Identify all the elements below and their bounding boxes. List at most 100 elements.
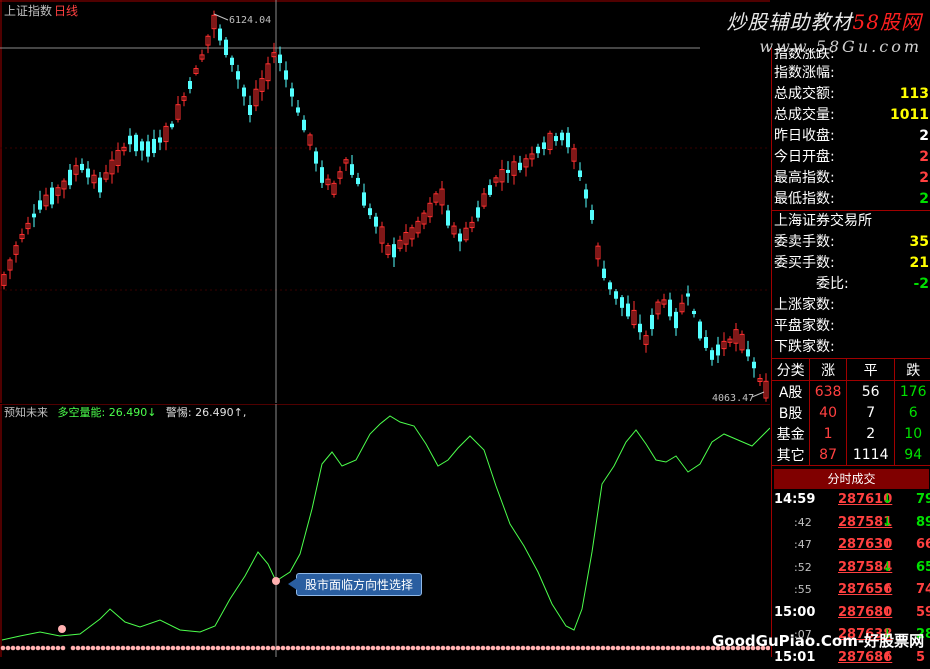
signal-dot (646, 646, 651, 651)
signal-dot (486, 646, 491, 651)
indicator-name[interactable]: 预知未来 (4, 406, 48, 419)
indicator-warn-label: 警惕: 26.490↑, (166, 406, 246, 419)
category-cell: 176 (895, 381, 930, 403)
category-cell: B股 (772, 402, 810, 423)
signal-dot (296, 646, 301, 651)
candle-body (218, 29, 222, 41)
signal-dot (71, 646, 76, 651)
signal-dot (276, 646, 281, 651)
signal-dot (41, 646, 46, 651)
signal-dot (406, 646, 411, 651)
category-row: 其它87111494 (772, 444, 930, 465)
candle-body (710, 350, 714, 360)
signal-dot (141, 646, 146, 651)
signal-dot (676, 646, 681, 651)
signal-dot (526, 646, 531, 651)
info-row: 下跌家数: (772, 337, 930, 358)
signal-dot (146, 646, 151, 651)
info-label: 今日开盘: (774, 149, 835, 165)
signal-dot (591, 646, 596, 651)
arrow-up-icon: ↑ (882, 602, 893, 625)
signal-dot (571, 646, 576, 651)
chart-borders (0, 0, 770, 403)
info-label: 最高指数: (774, 170, 835, 186)
info-row: 委比:-2 (772, 274, 930, 295)
signal-dot (601, 646, 606, 651)
candle-body (392, 244, 396, 257)
info-label: 平盘家数: (774, 318, 835, 334)
indicator-chart[interactable] (0, 404, 770, 657)
candle-body (668, 300, 672, 317)
signal-dot (236, 646, 241, 651)
watermark-prefix: 炒股辅助教材 (727, 10, 853, 34)
high-price-label: 6124.04 (229, 15, 271, 26)
tick-row[interactable]: :42287581↓89 (772, 512, 930, 535)
candle-body (578, 170, 582, 177)
category-header-cell: 跌 (895, 359, 930, 381)
tick-row[interactable]: :52287584↓65 (772, 557, 930, 580)
candle-body (302, 120, 306, 130)
signal-dot (506, 646, 511, 651)
signal-dot (281, 646, 286, 651)
info-value: 2 (919, 126, 929, 147)
candle-body (584, 189, 588, 198)
signal-dot (616, 646, 621, 651)
signal-dot (511, 646, 516, 651)
candle-body (98, 178, 102, 193)
tick-row[interactable]: :47287630↑66 (772, 534, 930, 557)
category-row: A股63856176 (772, 381, 930, 403)
footer-watermark: GoodGuPiao.Com-好股票网 (712, 630, 924, 651)
category-header-cell: 平 (846, 359, 895, 381)
signal-dot (266, 646, 271, 651)
category-cell: 2 (846, 423, 895, 444)
info-label: 上涨家数: (774, 297, 835, 313)
signal-dot (156, 646, 161, 651)
signal-dot (241, 646, 246, 651)
tick-row[interactable]: 15:00287680↑59 (772, 602, 930, 625)
signal-dot (391, 646, 396, 651)
candle-body (554, 136, 558, 141)
price-chart[interactable]: 6124.04 4063.47 (0, 0, 770, 403)
tick-row[interactable]: 14:59287610↓79 (772, 489, 930, 512)
info-value: 35 (910, 232, 929, 253)
signal-dot (471, 646, 476, 651)
signal-dot (101, 646, 106, 651)
chart-period[interactable]: 日线 (54, 4, 78, 18)
tick-row[interactable]: :55287656↑74 (772, 579, 930, 602)
candle-body (686, 293, 690, 296)
candle-body (32, 214, 36, 218)
signal-dot (466, 646, 471, 651)
info-row: 委卖手数: 35 (772, 232, 930, 253)
category-row: B股4076 (772, 402, 930, 423)
signal-dot (176, 646, 181, 651)
signal-dot (621, 646, 626, 651)
signal-dot (336, 646, 341, 651)
signal-dot (381, 646, 386, 651)
candle-body (158, 137, 162, 142)
info-label: 委卖手数: (774, 234, 835, 250)
signal-dot (416, 646, 421, 651)
signal-dot (561, 646, 566, 651)
candle-body (284, 70, 288, 79)
ticks-title[interactable]: 分时成交 (774, 469, 929, 489)
signal-dot (131, 646, 136, 651)
signal-dot (186, 646, 191, 651)
signal-dot (546, 646, 551, 651)
info-label: 昨日收盘: (774, 128, 835, 144)
signal-dot (541, 646, 546, 651)
info-value: 1011 (890, 105, 929, 126)
signal-dot (1, 646, 6, 651)
signal-dot (566, 646, 571, 651)
candle-body (566, 133, 570, 147)
category-cell: A股 (772, 381, 810, 403)
signal-dot (196, 646, 201, 651)
signal-dot (16, 646, 21, 651)
category-cell: 56 (846, 381, 895, 403)
info-row: 总成交量:1011 (772, 105, 930, 126)
candle-body (152, 139, 156, 153)
signal-dot (456, 646, 461, 651)
candle-body (542, 142, 546, 149)
signal-dot (191, 646, 196, 651)
candle-body (674, 312, 678, 328)
signal-dot (226, 646, 231, 651)
